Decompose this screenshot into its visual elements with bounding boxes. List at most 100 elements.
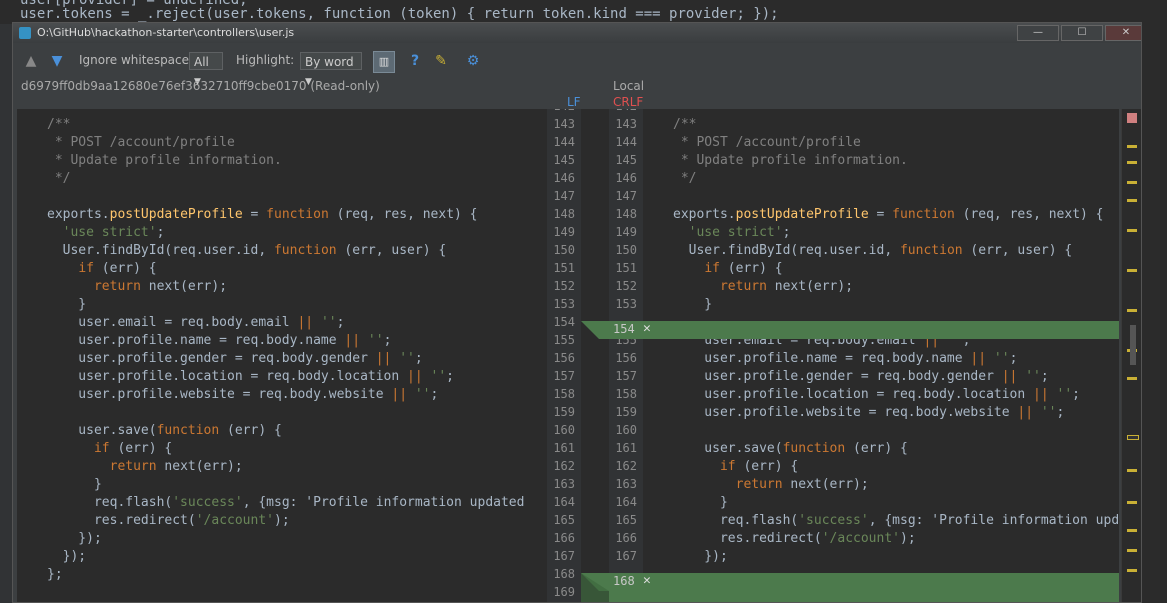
warning-mark[interactable] [1127, 161, 1137, 164]
code-line: 'use strict'; [62, 225, 165, 240]
warning-mark[interactable] [1127, 181, 1137, 184]
right-line-separator[interactable]: CRLF [613, 95, 643, 109]
code-line: * Update profile information. [47, 153, 282, 168]
code-line: * Update profile information. [673, 153, 908, 168]
help-icon[interactable]: ? [405, 51, 425, 71]
ignore-whitespace-value: All [194, 55, 209, 69]
warning-mark[interactable] [1127, 549, 1137, 552]
scrollbar-thumb[interactable] [1130, 325, 1136, 365]
code-line: exports.postUpdateProfile = function (re… [673, 207, 1104, 222]
line-number: 167 [615, 549, 637, 563]
highlight-select[interactable]: By word ▼ [300, 52, 362, 87]
code-line: user.profile.website = req.body.website … [47, 387, 439, 402]
line-number: 153 [615, 297, 637, 311]
line-number: 155 [553, 333, 575, 347]
code-line: 'use strict'; [688, 225, 791, 240]
ignore-whitespace-select[interactable]: All ▼ [189, 52, 223, 87]
warning-mark[interactable] [1127, 309, 1137, 312]
edit-icon[interactable]: ✎ [431, 51, 451, 71]
warning-mark[interactable] [1127, 469, 1137, 472]
line-number: 154 [553, 315, 575, 329]
code-line: }); [673, 549, 728, 564]
line-number: 156 [615, 351, 637, 365]
arrow-down-icon[interactable]: ▼ [47, 51, 67, 71]
window-title: O:\GitHub\hackathon-starter\controllers\… [37, 26, 295, 39]
code-line: } [673, 495, 728, 510]
line-number: 144 [553, 135, 575, 149]
line-number: 147 [615, 189, 637, 203]
current-position-mark[interactable] [1127, 435, 1139, 440]
code-line: * POST /account/profile [47, 135, 235, 150]
added-line-number: 168 [613, 574, 635, 588]
line-number: 150 [553, 243, 575, 257]
close-icon[interactable]: ✕ [643, 573, 651, 588]
line-number: 146 [553, 171, 575, 185]
line-number: 147 [553, 189, 575, 203]
line-number: 145 [615, 153, 637, 167]
line-number: 167 [553, 549, 575, 563]
code-line: }); [47, 531, 102, 546]
code-line: return next(err); [93, 279, 228, 294]
line-number: 159 [615, 405, 637, 419]
line-number: 142 [549, 109, 575, 113]
left-gutter: 142 143 144 145 146 147 148 149 150 151 152 153 154 1… [547, 109, 581, 602]
warning-mark[interactable] [1127, 377, 1137, 380]
line-number: 161 [553, 441, 575, 455]
right-title: Local [613, 79, 645, 93]
code-line: if (err) { [719, 459, 799, 474]
code-line: user.save(function (err) { [47, 423, 282, 438]
arrow-up-icon[interactable]: ▲ [21, 51, 41, 71]
highlight-label: Highlight: [236, 53, 295, 67]
line-number: 159 [553, 405, 575, 419]
error-stripe[interactable] [1121, 109, 1141, 602]
line-number: 142 [611, 109, 637, 113]
right-gutter: 1421431441451461471481491501511521531551… [609, 109, 643, 602]
left-editor[interactable]: /** * POST /account/profile * Update pro… [17, 109, 547, 602]
line-number: 168 [553, 567, 575, 581]
diff-connector [581, 321, 609, 602]
warning-mark[interactable] [1127, 145, 1137, 148]
line-number: 150 [615, 243, 637, 257]
code-line: /** [673, 117, 697, 132]
line-number: 149 [615, 225, 637, 239]
left-line-separator[interactable]: LF [567, 95, 581, 109]
code-line: user.profile.gender = req.body.gender ||… [673, 369, 1049, 384]
code-line: /** [47, 117, 71, 132]
warning-mark[interactable] [1127, 229, 1137, 232]
code-line: return next(err); [735, 477, 869, 492]
line-number: 143 [553, 117, 575, 131]
code-line: */ [673, 171, 697, 186]
title-bar: O:\GitHub\hackathon-starter\controllers\… [13, 23, 1141, 43]
warning-mark[interactable] [1127, 199, 1137, 202]
minimize-button[interactable]: — [1017, 25, 1059, 41]
line-number: 160 [615, 423, 637, 437]
line-number: 163 [615, 477, 637, 491]
warning-mark[interactable] [1127, 501, 1137, 504]
line-number: 146 [615, 171, 637, 185]
code-line: return next(err); [109, 459, 243, 474]
line-number: 151 [553, 261, 575, 275]
line-number: 148 [615, 207, 637, 221]
code-line: User.findById(req.user.id, function (err… [673, 243, 1073, 258]
code-line: exports.postUpdateProfile = function (re… [47, 207, 478, 222]
toolbar: ▲ ▼ Ignore whitespace: All ▼ Highlight: … [13, 45, 1141, 87]
code-line: user.profile.website = req.body.website … [673, 405, 1065, 420]
right-editor[interactable]: /** * POST /account/profile * Update pro… [643, 109, 1119, 602]
code-line: user.profile.name = req.body.name || ''; [47, 333, 392, 348]
line-number: 145 [553, 153, 575, 167]
status-indicator [1127, 113, 1137, 123]
close-icon[interactable]: ✕ [643, 321, 651, 336]
code-line: res.redirect('/account'); [673, 531, 916, 546]
maximize-button[interactable]: ☐ [1061, 25, 1103, 41]
code-line: user.save(function (err) { [673, 441, 908, 456]
line-number: 163 [553, 477, 575, 491]
warning-mark[interactable] [1127, 529, 1137, 532]
gear-icon[interactable]: ⚙ [463, 51, 483, 71]
code-line: user.profile.location = req.body.locatio… [673, 387, 1080, 402]
line-number: 162 [615, 459, 637, 473]
line-number: 164 [553, 495, 575, 509]
close-button[interactable]: ✕ [1105, 25, 1141, 41]
warning-mark[interactable] [1127, 269, 1137, 272]
sync-scroll-icon[interactable]: ▥ [373, 51, 395, 73]
warning-mark[interactable] [1127, 569, 1137, 572]
